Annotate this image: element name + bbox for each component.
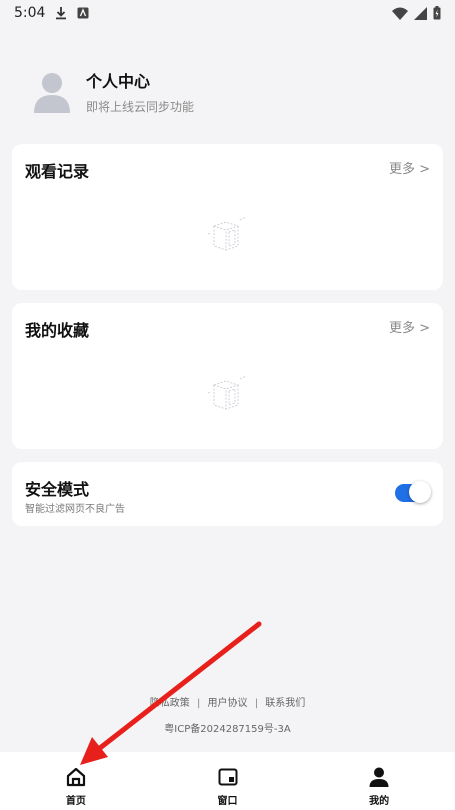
app-notification-icon — [77, 7, 89, 19]
my-page: 5:04 个人中心 即将上线云同步功能 观看记录 更多 > 我的收藏 更多 > … — [0, 0, 455, 810]
favorites-more-link[interactable]: 更多 > — [389, 317, 430, 336]
status-time: 5:04 — [14, 5, 46, 21]
footer-separator: | — [196, 698, 201, 709]
nav-mine[interactable]: 我的 — [303, 752, 455, 810]
status-left: 5:04 — [14, 5, 89, 21]
profile-texts: 个人中心 即将上线云同步功能 — [86, 68, 194, 115]
wifi-icon — [392, 7, 408, 20]
history-card: 观看记录 更多 > — [12, 144, 443, 290]
status-bar: 5:04 — [0, 0, 455, 26]
safe-mode-subtitle: 智能过滤网页不良广告 — [25, 504, 125, 515]
signal-icon — [414, 6, 427, 20]
safe-mode-title: 安全模式 — [25, 480, 90, 499]
status-right — [392, 6, 441, 20]
profile-title: 个人中心 — [86, 72, 151, 91]
footer-separator: | — [254, 698, 259, 709]
nav-window-label: 窗口 — [217, 796, 238, 807]
history-more-link[interactable]: 更多 > — [389, 158, 430, 177]
safe-mode-card: 安全模式 智能过滤网页不良广告 — [12, 462, 443, 526]
empty-box-icon — [207, 216, 246, 251]
person-icon — [369, 767, 389, 787]
download-icon — [56, 7, 67, 20]
favorites-title: 我的收藏 — [25, 321, 90, 340]
icp-number[interactable]: 粤ICP备2024287159号-3A — [0, 720, 455, 735]
nav-home[interactable]: 首页 — [0, 752, 152, 810]
nav-home-label: 首页 — [65, 796, 86, 807]
home-icon — [66, 767, 85, 787]
privacy-policy-link[interactable]: 隐私政策 — [150, 698, 190, 709]
contact-us-link[interactable]: 联系我们 — [265, 698, 305, 709]
window-icon — [218, 768, 237, 786]
user-agreement-link[interactable]: 用户协议 — [208, 698, 248, 709]
toggle-knob — [409, 481, 431, 503]
safe-mode-toggle[interactable] — [395, 481, 431, 503]
avatar-icon — [34, 72, 70, 113]
nav-mine-label: 我的 — [369, 796, 390, 807]
profile-subtitle: 即将上线云同步功能 — [86, 100, 195, 114]
history-title: 观看记录 — [25, 162, 90, 181]
nav-window[interactable]: 窗口 — [152, 752, 304, 810]
profile-section[interactable]: 个人中心 即将上线云同步功能 — [32, 68, 194, 115]
footer-links: 隐私政策 | 用户协议 | 联系我们 — [0, 694, 455, 709]
empty-box-icon — [207, 375, 246, 410]
bottom-nav: 首页 窗口 我的 — [0, 752, 455, 810]
favorites-card: 我的收藏 更多 > — [12, 303, 443, 449]
battery-icon — [433, 6, 441, 20]
